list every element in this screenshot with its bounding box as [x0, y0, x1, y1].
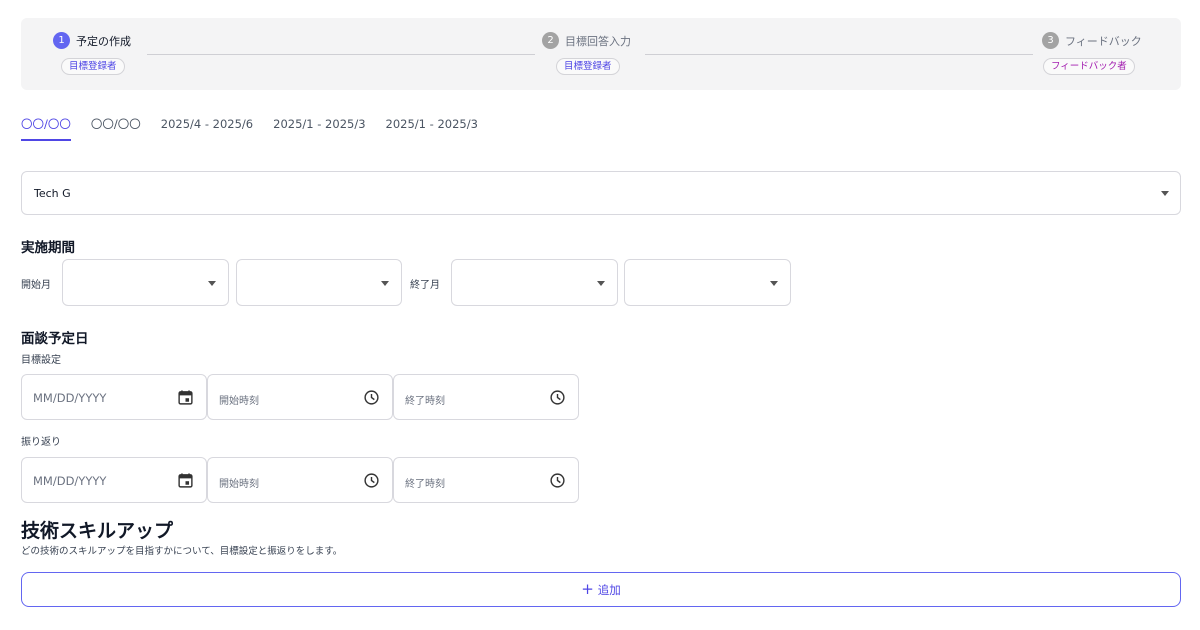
tab-period-3[interactable]: 2025/4 - 2025/6: [161, 117, 253, 140]
caret-down-icon: [381, 281, 389, 286]
step-3-label: フィードバック: [1065, 34, 1142, 48]
review-end-time-placeholder: 終了時刻: [405, 479, 445, 490]
end-year-select[interactable]: [451, 259, 618, 306]
caret-down-icon: [1161, 191, 1169, 196]
step-connector-1: [147, 54, 535, 55]
goal-start-time-placeholder: 開始時刻: [219, 396, 259, 407]
review-label: 振り返り: [21, 437, 61, 448]
plus-icon: +: [581, 580, 594, 598]
goal-end-time-input[interactable]: 終了時刻: [393, 374, 579, 420]
goal-end-time-placeholder: 終了時刻: [405, 396, 445, 407]
add-skill-button[interactable]: + 追加: [21, 572, 1181, 607]
end-month-select[interactable]: [624, 259, 791, 306]
start-month-label: 開始月: [21, 280, 51, 291]
start-year-select[interactable]: [62, 259, 229, 306]
skill-section-description: どの技術のスキルアップを目指すかについて、目標設定と振返りをします。: [21, 546, 343, 557]
calendar-icon[interactable]: [177, 389, 194, 406]
goal-date-placeholder: MM/DD/YYYY: [33, 391, 107, 405]
step-3-number: 3: [1042, 32, 1059, 49]
step-2-role-chip: 目標登録者: [556, 58, 620, 75]
clock-icon[interactable]: [363, 389, 380, 406]
group-select-value: Tech G: [34, 187, 71, 200]
step-1-role-chip: 目標登録者: [61, 58, 125, 75]
step-create-schedule: 1 予定の作成: [53, 32, 131, 49]
goal-setting-label: 目標設定: [21, 355, 61, 366]
step-feedback: 3 フィードバック: [1042, 32, 1142, 49]
step-2-number: 2: [542, 32, 559, 49]
clock-icon[interactable]: [549, 389, 566, 406]
tab-period-1[interactable]: 〇〇/〇〇: [21, 116, 71, 141]
clock-icon[interactable]: [549, 472, 566, 489]
caret-down-icon: [208, 281, 216, 286]
review-end-time-input[interactable]: 終了時刻: [393, 457, 579, 503]
clock-icon[interactable]: [363, 472, 380, 489]
tab-period-2[interactable]: 〇〇/〇〇: [91, 116, 141, 141]
caret-down-icon: [597, 281, 605, 286]
review-date-input[interactable]: MM/DD/YYYY: [21, 457, 207, 503]
end-month-label: 終了月: [410, 280, 440, 291]
caret-down-icon: [770, 281, 778, 286]
step-3-role-chip: フィードバック者: [1043, 58, 1135, 75]
tab-period-5[interactable]: 2025/1 - 2025/3: [386, 117, 478, 140]
skill-section-title: 技術スキルアップ: [21, 520, 174, 542]
step-connector-2: [645, 54, 1033, 55]
interview-section-title: 面談予定日: [21, 331, 89, 347]
start-month-select[interactable]: [236, 259, 402, 306]
group-select[interactable]: Tech G: [21, 171, 1181, 215]
goal-start-time-input[interactable]: 開始時刻: [207, 374, 393, 420]
step-1-number: 1: [53, 32, 70, 49]
progress-stepper: 1 予定の作成 目標登録者 2 目標回答入力 目標登録者 3 フィードバック フ…: [21, 18, 1181, 90]
calendar-icon[interactable]: [177, 472, 194, 489]
period-section-title: 実施期間: [21, 240, 75, 256]
goal-date-input[interactable]: MM/DD/YYYY: [21, 374, 207, 420]
add-skill-label: 追加: [597, 582, 621, 597]
review-start-time-placeholder: 開始時刻: [219, 479, 259, 490]
step-1-label: 予定の作成: [76, 34, 131, 48]
step-2-label: 目標回答入力: [565, 34, 631, 48]
review-start-time-input[interactable]: 開始時刻: [207, 457, 393, 503]
review-date-placeholder: MM/DD/YYYY: [33, 474, 107, 488]
period-tabs: 〇〇/〇〇 〇〇/〇〇 2025/4 - 2025/6 2025/1 - 202…: [21, 116, 498, 141]
step-goal-answer: 2 目標回答入力: [542, 32, 631, 49]
tab-period-4[interactable]: 2025/1 - 2025/3: [273, 117, 365, 140]
